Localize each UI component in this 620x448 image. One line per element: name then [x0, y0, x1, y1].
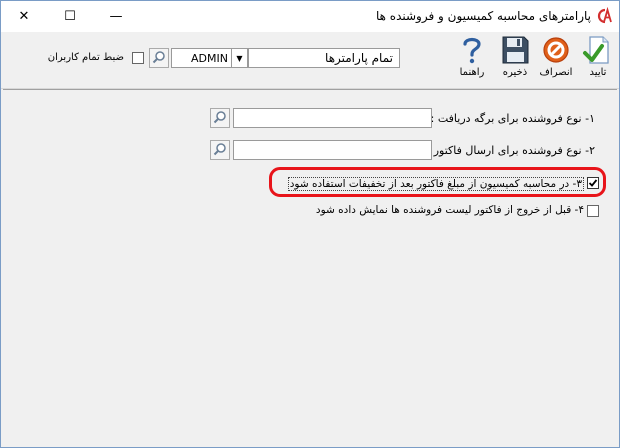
- user-value: ADMIN: [191, 52, 228, 65]
- question-icon: [456, 35, 488, 65]
- receipt-type-input[interactable]: [233, 108, 432, 128]
- invoice-type-input[interactable]: [233, 140, 432, 160]
- no-entry-icon: [540, 35, 572, 65]
- invoice-type-label: ۲- نوع فروشنده برای ارسال فاکتور :: [426, 144, 595, 157]
- cs-logo-icon: [595, 6, 613, 25]
- parameters-select[interactable]: تمام پارامترها: [248, 48, 400, 68]
- search-icon: [213, 109, 227, 128]
- confirm-label: تایید: [589, 67, 607, 78]
- receipt-type-search-button[interactable]: [210, 108, 230, 128]
- all-users-checkbox[interactable]: [132, 52, 144, 64]
- form-panel: ۱- نوع فروشنده برای برگه دریافت : ۲- نوع…: [3, 89, 617, 446]
- option4-label: ۴- قبل از خروج از فاکتور لیست فروشنده ها…: [315, 204, 584, 216]
- minimize-button[interactable]: —: [93, 1, 139, 32]
- search-icon: [152, 49, 166, 68]
- app-window: ✕ ☐ — پارامترهای محاسبه کمیسیون و فروشند…: [0, 0, 620, 448]
- maximize-button[interactable]: ☐: [47, 1, 93, 32]
- maximize-icon: ☐: [64, 9, 76, 24]
- title-bar: ✕ ☐ — پارامترهای محاسبه کمیسیون و فروشند…: [1, 1, 619, 32]
- cancel-label: انصراف: [539, 67, 573, 78]
- floppy-disk-icon: [499, 35, 531, 65]
- search-icon: [213, 141, 227, 160]
- document-check-icon: [582, 35, 614, 65]
- help-button[interactable]: راهنما: [453, 35, 491, 85]
- window-title: پارامترهای محاسبه کمیسیون و فروشنده ها: [376, 9, 591, 23]
- highlight-annotation: [269, 167, 606, 197]
- all-users-label: ضبط تمام کاربران: [47, 52, 124, 63]
- close-icon: ✕: [18, 9, 30, 24]
- toolbar: تایید انصراف ذخیره راهنما تمام پارامترها…: [1, 32, 619, 89]
- confirm-button[interactable]: تایید: [579, 35, 617, 85]
- help-label: راهنما: [459, 67, 485, 78]
- receipt-type-label: ۱- نوع فروشنده برای برگه دریافت :: [430, 112, 595, 125]
- user-search-button[interactable]: [149, 48, 169, 68]
- option4-checkbox[interactable]: [587, 205, 599, 217]
- close-button[interactable]: ✕: [1, 1, 47, 32]
- invoice-type-search-button[interactable]: [210, 140, 230, 160]
- save-label: ذخیره: [502, 67, 528, 78]
- user-select[interactable]: ADMIN: [171, 48, 232, 68]
- minimize-icon: —: [109, 9, 123, 24]
- save-button[interactable]: ذخیره: [496, 35, 534, 85]
- chevron-down-icon: ▼: [236, 53, 243, 63]
- parameters-dropdown-button[interactable]: ▼: [231, 48, 248, 68]
- cancel-button[interactable]: انصراف: [537, 35, 575, 85]
- parameters-value: تمام پارامترها: [325, 51, 393, 65]
